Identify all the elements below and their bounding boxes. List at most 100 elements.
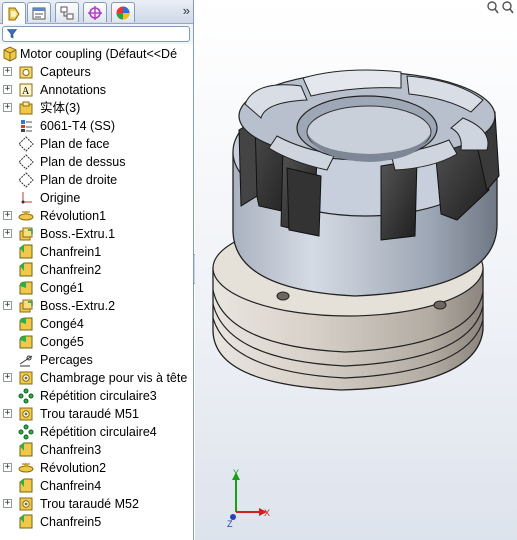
tree-item[interactable]: Plan de droite — [0, 171, 193, 189]
tree-item-label: Boss.-Extru.2 — [40, 299, 116, 313]
fillet-icon — [19, 281, 33, 295]
fillet-icon — [19, 317, 33, 331]
coordinate-triad: Y X Z — [227, 468, 270, 529]
expand-plus-icon[interactable]: + — [3, 211, 12, 220]
triad-y-label: Y — [233, 468, 239, 478]
tree-item[interactable]: + Révolution1 — [0, 207, 193, 225]
tree-item[interactable]: Congé5 — [0, 333, 193, 351]
hole-wizard-icon — [19, 497, 33, 511]
tree-item-label: Trou taraudé M51 — [40, 407, 139, 421]
tree-item-label: Chanfrein4 — [40, 479, 102, 493]
expand-plus-icon[interactable]: + — [3, 301, 12, 310]
revolve-icon — [18, 463, 34, 473]
tree-item-label: Chambrage pour vis à tête — [40, 371, 188, 385]
expand-plus-icon[interactable]: + — [3, 229, 12, 238]
tree-item-label: Plan de droite — [40, 173, 118, 187]
tree-item[interactable]: Congé4 — [0, 315, 193, 333]
property-icon — [32, 7, 46, 19]
tree-root-label: Motor coupling (Défaut<<Dé — [20, 47, 178, 61]
display-manager-tab[interactable] — [111, 2, 135, 22]
tree-item-label: Congé4 — [40, 317, 84, 331]
dimxpert-tab[interactable] — [83, 2, 107, 22]
tree-item[interactable]: + Trou taraudé M52 — [0, 495, 193, 513]
origin-icon — [21, 192, 32, 204]
tree-item[interactable]: Répétition circulaire4 — [0, 423, 193, 441]
expand-plus-icon[interactable]: + — [3, 499, 12, 508]
feature-manager-tab[interactable] — [2, 2, 26, 24]
tree-item-label: Chanfrein2 — [40, 263, 102, 277]
tree-item-label: Trou taraudé M52 — [40, 497, 139, 511]
expand-plus-icon[interactable]: + — [3, 463, 12, 472]
manager-tab-strip: » — [0, 0, 193, 24]
tree-item[interactable]: Origine — [0, 189, 193, 207]
revolve-icon — [18, 211, 34, 221]
tree-item-label: Origine — [40, 191, 81, 205]
chamfer-icon — [19, 514, 33, 529]
tree-item-label: Répétition circulaire3 — [40, 389, 157, 403]
tree-item-label: 实体(3) — [40, 101, 81, 115]
filter-icon — [7, 29, 17, 39]
tree-item-label: Chanfrein1 — [40, 245, 102, 259]
tree-item-label: Chanfrein3 — [40, 443, 102, 457]
property-manager-tab[interactable] — [27, 2, 51, 22]
tree-root-item[interactable]: Motor coupling (Défaut<<Dé — [0, 45, 193, 63]
expand-plus-icon[interactable]: + — [3, 409, 12, 418]
tree-item[interactable]: + 实体(3) — [0, 99, 193, 117]
tree-item[interactable]: + Chambrage pour vis à tête — [0, 369, 193, 387]
tree-item-label: Révolution1 — [40, 209, 107, 223]
sketch-icon — [19, 355, 33, 367]
tree-item[interactable]: + Boss.-Extru.1 — [0, 225, 193, 243]
tree-item-label: Plan de face — [40, 137, 110, 151]
tree-item[interactable]: + Capteurs — [0, 63, 193, 81]
tree-item[interactable]: Chanfrein1 — [0, 243, 193, 261]
filter-input[interactable] — [2, 26, 190, 42]
tree-item[interactable]: Plan de face — [0, 135, 193, 153]
expand-plus-icon[interactable]: + — [3, 103, 12, 112]
hole-wizard-icon — [19, 371, 33, 385]
tree-item-label: Percages — [40, 353, 93, 367]
appearance-icon — [116, 6, 130, 19]
tree-item-label: Plan de dessus — [40, 155, 126, 169]
more-tabs-chevron-icon[interactable]: » — [183, 3, 190, 18]
expand-plus-icon[interactable]: + — [3, 373, 12, 382]
sensor-icon — [19, 66, 33, 79]
tree-item-label: Chanfrein5 — [40, 515, 102, 529]
tree-item[interactable]: Congé1 — [0, 279, 193, 297]
tree-item-label: Révolution2 — [40, 461, 107, 475]
tree-item[interactable]: Chanfrein5 — [0, 513, 193, 531]
tree-item-label: Capteurs — [40, 65, 91, 79]
tree-item[interactable]: Percages — [0, 351, 193, 369]
fillet-icon — [19, 335, 33, 349]
tree-item[interactable]: + Boss.-Extru.2 — [0, 297, 193, 315]
solid-bodies-icon — [19, 101, 33, 115]
feature-tree-icon — [8, 7, 20, 20]
chamfer-icon — [19, 262, 33, 277]
configuration-manager-tab[interactable] — [55, 2, 79, 22]
tree-item[interactable]: + Trou taraudé M51 — [0, 405, 193, 423]
plane-icon — [18, 154, 34, 170]
coupling-model-view: Y X Z — [212, 69, 500, 529]
crosshair-icon — [88, 5, 102, 20]
configuration-icon — [60, 6, 74, 19]
feature-manager-panel: » Motor coupling (Défaut<<Dé + Capteurs + A… — [0, 0, 194, 540]
tree-item-label: 6061-T4 (SS) — [40, 119, 116, 133]
hole-wizard-icon — [19, 407, 33, 421]
tree-item[interactable]: Chanfrein3 — [0, 441, 193, 459]
tree-item[interactable]: Chanfrein4 — [0, 477, 193, 495]
tree-item-label: Boss.-Extru.1 — [40, 227, 116, 241]
tree-item[interactable]: Chanfrein2 — [0, 261, 193, 279]
tree-item[interactable]: Plan de dessus — [0, 153, 193, 171]
extrude-icon — [19, 227, 33, 241]
annotation-icon: A — [19, 83, 33, 97]
expand-plus-icon[interactable]: + — [3, 85, 12, 94]
tree-item[interactable]: 6061-T4 (SS) — [0, 117, 193, 135]
part-icon — [3, 46, 17, 62]
tree-item[interactable]: + Révolution2 — [0, 459, 193, 477]
tree-item[interactable]: Répétition circulaire3 — [0, 387, 193, 405]
extrude-icon — [19, 299, 33, 313]
graphics-area[interactable]: Y X Z — [195, 0, 517, 540]
expand-plus-icon[interactable]: + — [3, 67, 12, 76]
tree-item[interactable]: + A Annotations — [0, 81, 193, 99]
material-icon — [21, 120, 32, 132]
plane-icon — [18, 136, 34, 152]
